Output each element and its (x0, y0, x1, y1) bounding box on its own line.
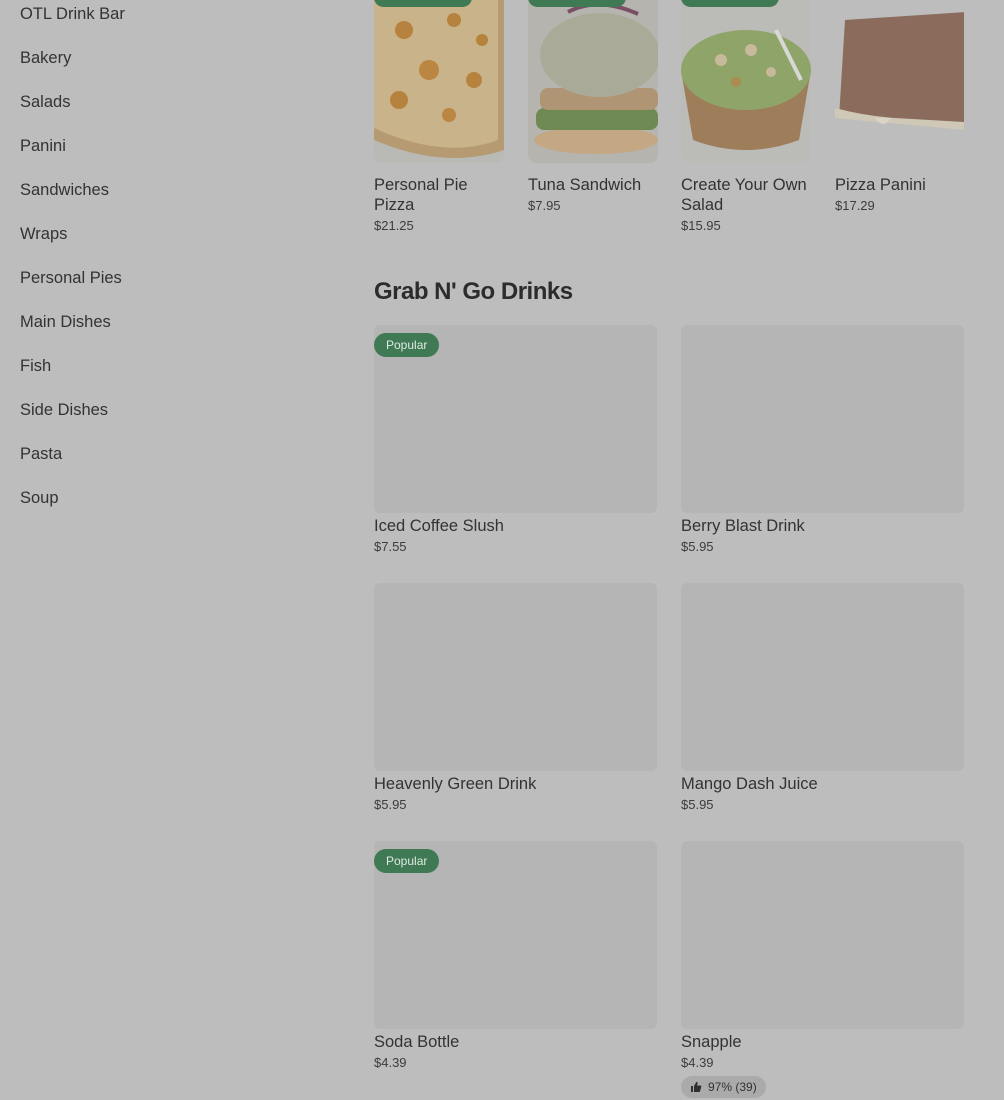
item-image-placeholder (681, 583, 964, 771)
menu-page: OTL Drink Bar Bakery Salads Panini Sandw… (0, 0, 1004, 1100)
sidebar-item-salads[interactable]: Salads (20, 93, 70, 112)
item-price: $4.39 (374, 1055, 407, 1070)
item-price: $7.95 (528, 198, 561, 213)
salad-image (681, 0, 811, 163)
item-image-placeholder: Popular (374, 841, 657, 1029)
sidebar-item-wraps[interactable]: Wraps (20, 225, 67, 244)
item-name: Berry Blast Drink (681, 517, 805, 535)
item-name: Heavenly Green Drink (374, 775, 537, 793)
sidebar-item-soup[interactable]: Soup (20, 489, 59, 508)
featured-item-card[interactable]: Personal Pie Pizza $21.25 (374, 0, 504, 233)
sidebar-item-personal-pies[interactable]: Personal Pies (20, 269, 122, 288)
item-image-placeholder: Popular (374, 325, 657, 513)
item-name: Iced Coffee Slush (374, 517, 504, 535)
sandwich-image (528, 0, 658, 163)
pizza-image (374, 0, 504, 163)
item-name: Tuna Sandwich (528, 176, 642, 194)
sidebar-item-side-dishes[interactable]: Side Dishes (20, 401, 108, 420)
item-price: $5.95 (681, 539, 714, 554)
item-price: $5.95 (681, 797, 714, 812)
item-name: Soda Bottle (374, 1033, 460, 1051)
menu-item-card[interactable]: Popular Iced Coffee Slush $7.55 (374, 325, 657, 554)
item-price: $21.25 (374, 218, 414, 233)
panini-image (835, 0, 964, 163)
item-image-placeholder (681, 325, 964, 513)
rating-badge: 97% (39) (681, 1076, 766, 1098)
sidebar-item-pasta[interactable]: Pasta (20, 445, 62, 464)
section-title: Grab N' Go Drinks (374, 278, 573, 305)
menu-item-card[interactable]: Popular Soda Bottle $4.39 (374, 841, 657, 1070)
sidebar-item-bakery[interactable]: Bakery (20, 49, 71, 68)
sidebar-item-fish[interactable]: Fish (20, 357, 51, 376)
featured-badge (681, 0, 779, 7)
menu-item-card[interactable]: Mango Dash Juice $5.95 (681, 583, 964, 812)
featured-item-card[interactable]: Pizza Panini $17.29 (835, 0, 964, 213)
featured-item-card[interactable]: Tuna Sandwich $7.95 (528, 0, 658, 213)
item-price: $4.39 (681, 1055, 714, 1070)
popular-badge: Popular (374, 849, 440, 873)
item-name: Personal Pie Pizza (374, 176, 468, 214)
item-name: Create Your Own Salad (681, 176, 807, 214)
featured-badge (528, 0, 626, 7)
sidebar-item-main-dishes[interactable]: Main Dishes (20, 313, 111, 332)
featured-item-card[interactable]: Create Your Own Salad $15.95 (681, 0, 811, 233)
item-image-placeholder (681, 841, 964, 1029)
menu-item-card[interactable]: Snapple $4.39 97% (39) (681, 841, 964, 1098)
featured-carousel: Personal Pie Pizza $21.25 Tuna Sandwich … (374, 0, 964, 240)
sidebar-item-sandwiches[interactable]: Sandwiches (20, 181, 109, 200)
menu-item-card[interactable]: Berry Blast Drink $5.95 (681, 325, 964, 554)
item-name: Pizza Panini (835, 176, 926, 194)
sidebar-item-otl-drink-bar[interactable]: OTL Drink Bar (20, 5, 125, 24)
thumbs-up-icon (691, 1081, 702, 1092)
item-name: Snapple (681, 1033, 742, 1051)
rating-text: 97% (39) (708, 1080, 757, 1094)
item-image-placeholder (374, 583, 657, 771)
sidebar-item-panini[interactable]: Panini (20, 137, 66, 156)
item-price: $17.29 (835, 198, 875, 213)
item-name: Mango Dash Juice (681, 775, 818, 793)
menu-item-card[interactable]: Heavenly Green Drink $5.95 (374, 583, 657, 812)
item-price: $7.55 (374, 539, 407, 554)
item-price: $5.95 (374, 797, 407, 812)
item-price: $15.95 (681, 218, 721, 233)
featured-badge (374, 0, 472, 7)
popular-badge: Popular (374, 333, 440, 357)
